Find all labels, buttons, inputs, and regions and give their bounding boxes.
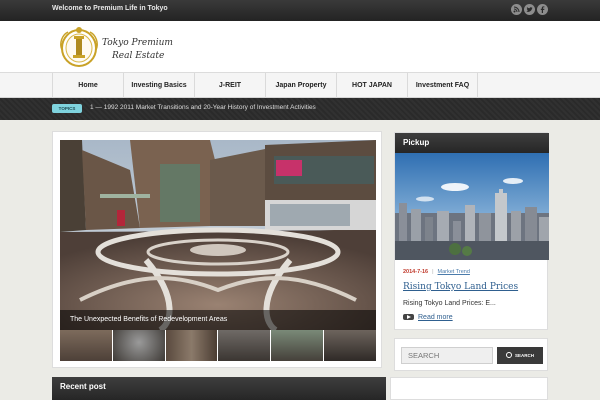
topics-ticker: TOPICS 1 — 1992 2011 Market Transitions … (0, 98, 600, 120)
pickup-widget: Pickup 2014-7-16 | Market Trend Rising T… (394, 132, 549, 330)
pickup-heading: Pickup (395, 133, 549, 153)
site-logo[interactable]: Tokyo Premium Real Estate (102, 37, 173, 63)
recent-post-heading: Recent post (52, 377, 386, 400)
gold-emblem-icon[interactable] (58, 25, 100, 69)
slider-thumbnail[interactable] (112, 330, 165, 361)
logo-line-2: Real Estate (112, 51, 165, 61)
pickup-meta: 2014-7-16 | Market Trend (403, 269, 470, 275)
slide-image[interactable]: The Unexpected Benefits of Redevelopment… (60, 140, 376, 330)
search-widget: SEARCH (394, 338, 548, 371)
read-more-link[interactable]: Read more (403, 314, 453, 321)
slider-thumbnail[interactable] (60, 330, 112, 361)
topics-link[interactable]: 1 — 1992 2011 Market Transitions and 20-… (90, 104, 316, 111)
twitter-icon[interactable] (524, 4, 535, 15)
nav-japan-property[interactable]: Japan Property (265, 73, 336, 98)
slider-thumbnails (60, 330, 376, 361)
slider-thumbnail[interactable] (165, 330, 218, 361)
search-icon (505, 351, 512, 358)
pickup-excerpt: Rising Tokyo Land Prices: E... (403, 300, 496, 307)
search-button[interactable]: SEARCH (497, 347, 543, 364)
slide-caption[interactable]: The Unexpected Benefits of Redevelopment… (60, 310, 376, 330)
topics-badge: TOPICS (52, 104, 82, 113)
featured-slider: The Unexpected Benefits of Redevelopment… (52, 131, 382, 368)
logo-line-1: Tokyo Premium (102, 38, 173, 48)
top-bar: Welcome to Premium Life in Tokyo (0, 0, 600, 21)
post-date: 2014-7-16 (403, 269, 429, 275)
nav-investing-basics[interactable]: Investing Basics (123, 73, 194, 98)
welcome-text: Welcome to Premium Life in Tokyo (52, 5, 168, 12)
nav-home[interactable]: Home (52, 73, 123, 98)
sidebar-widget (390, 377, 548, 400)
search-button-label: SEARCH (514, 353, 534, 358)
facebook-icon[interactable] (537, 4, 548, 15)
search-input[interactable] (401, 347, 493, 364)
meta-separator: | (432, 269, 434, 275)
pickup-post-title[interactable]: Rising Tokyo Land Prices (403, 282, 518, 292)
nav-investment-faq[interactable]: Investment FAQ (407, 73, 478, 98)
main-nav: Home Investing Basics J-REIT Japan Prope… (0, 73, 600, 98)
slider-thumbnail[interactable] (218, 330, 271, 361)
rss-icon[interactable] (511, 4, 522, 15)
slider-thumbnail[interactable] (271, 330, 324, 361)
arrow-right-icon (403, 314, 414, 321)
category-link[interactable]: Market Trend (438, 269, 470, 275)
pickup-image[interactable] (395, 153, 549, 260)
site-header: Tokyo Premium Real Estate (0, 21, 600, 73)
read-more-label: Read more (418, 314, 453, 321)
slider-thumbnail[interactable] (324, 330, 376, 361)
nav-j-reit[interactable]: J-REIT (194, 73, 265, 98)
nav-hot-japan[interactable]: HOT JAPAN (336, 73, 407, 98)
